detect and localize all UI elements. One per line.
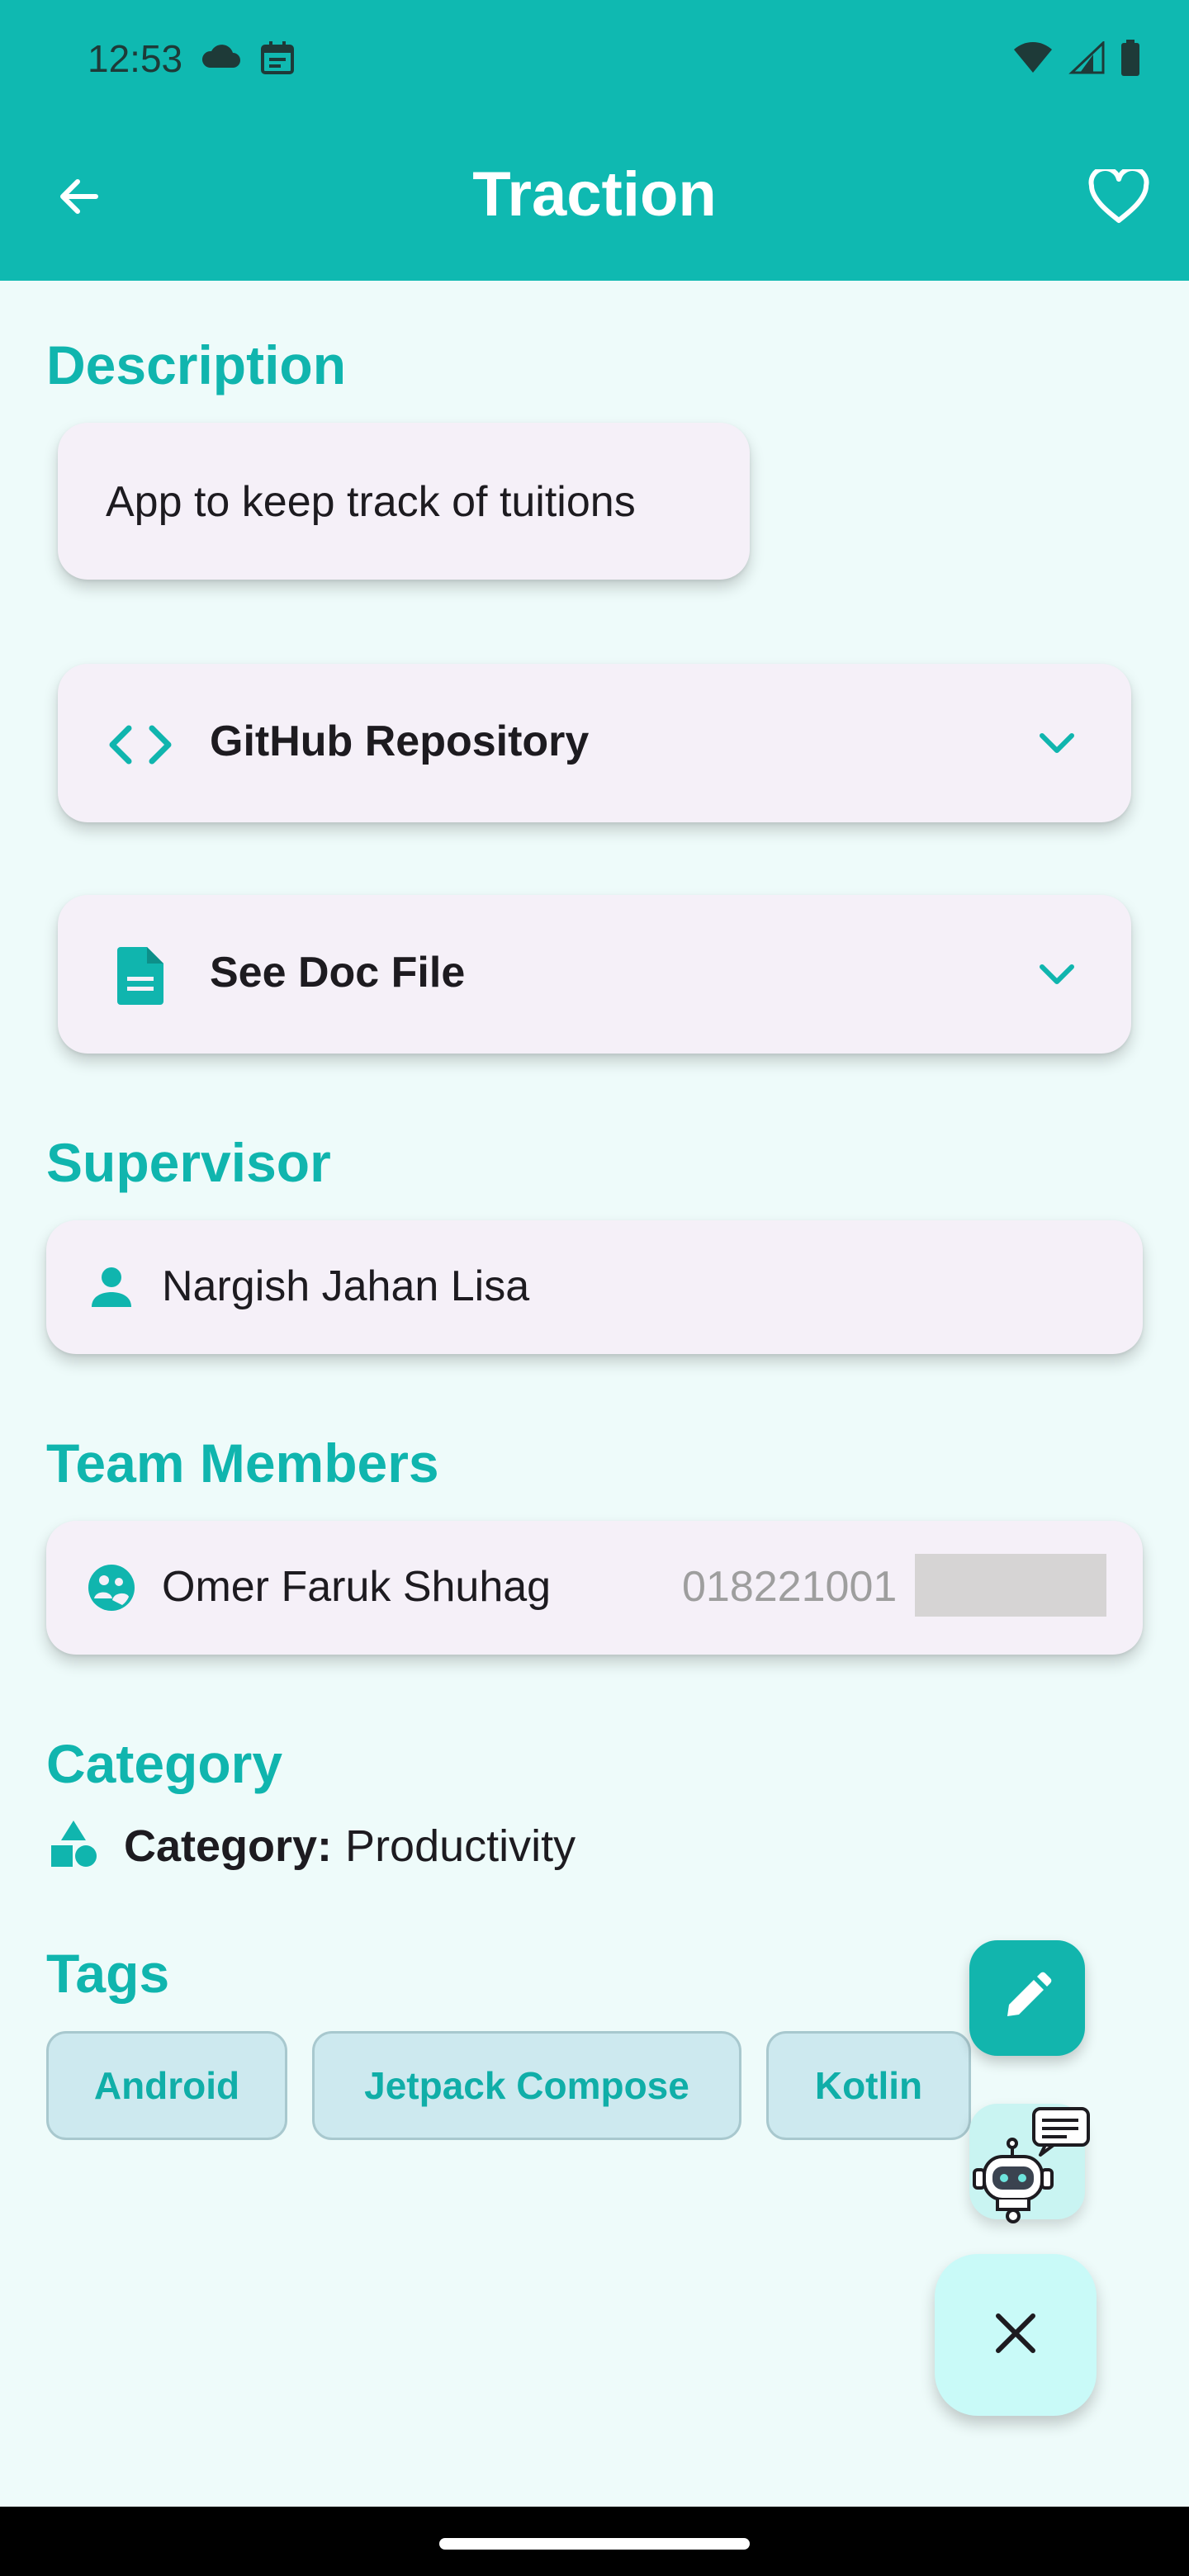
edit-button[interactable] — [969, 1940, 1085, 2056]
signal-icon — [1068, 40, 1105, 78]
battery-icon — [1120, 40, 1141, 80]
supervisor-name: Nargish Jahan Lisa — [162, 1262, 530, 1310]
wifi-icon — [1012, 41, 1054, 78]
status-bar: 12:53 — [0, 0, 1189, 116]
status-time: 12:53 — [88, 37, 183, 80]
tag-chip-jetpack-compose[interactable]: Jetpack Compose — [312, 2031, 741, 2140]
doc-file-label: See Doc File — [210, 949, 466, 997]
team-member-phone: 018221001 — [682, 1563, 898, 1611]
pencil-icon — [1001, 1970, 1054, 2027]
category-key: Category: — [124, 1821, 333, 1871]
category-heading: Category — [46, 1733, 283, 1794]
category-row: Category: Productivity — [48, 1816, 576, 1876]
category-value: Productivity — [345, 1821, 576, 1871]
tags-heading: Tags — [46, 1943, 170, 2004]
description-heading: Description — [46, 334, 347, 395]
cloud-icon — [200, 40, 241, 80]
category-icon — [48, 1819, 99, 1874]
description-text: App to keep track of tuitions — [106, 478, 636, 526]
chatbot-button[interactable] — [969, 2104, 1090, 2223]
tag-chip-kotlin[interactable]: Kotlin — [766, 2031, 971, 2140]
team-icon — [83, 1559, 140, 1617]
tag-list: Android Jetpack Compose Kotlin — [46, 2031, 971, 2140]
close-fab-button[interactable] — [935, 2254, 1097, 2416]
chevron-down-icon — [1032, 718, 1082, 768]
description-card: App to keep track of tuitions — [58, 423, 750, 580]
github-repository-expander[interactable]: GitHub Repository — [58, 664, 1131, 822]
team-member-card: Omer Faruk Shuhag 018221001 — [46, 1521, 1143, 1655]
chatbot-icon — [969, 2104, 1093, 2232]
phone-redaction — [915, 1554, 1106, 1617]
team-members-heading: Team Members — [46, 1432, 439, 1494]
code-icon — [107, 712, 173, 778]
chevron-down-icon — [1032, 949, 1082, 999]
close-icon — [993, 2311, 1038, 2360]
system-navigation-bar — [0, 2507, 1189, 2576]
favorite-button[interactable] — [1082, 165, 1156, 231]
github-repository-label: GitHub Repository — [210, 717, 590, 765]
supervisor-heading: Supervisor — [46, 1132, 331, 1193]
person-icon — [83, 1258, 140, 1316]
page-title: Traction — [472, 159, 717, 230]
document-icon — [107, 943, 173, 1009]
home-gesture-handle[interactable] — [439, 2538, 750, 2550]
team-member-name: Omer Faruk Shuhag — [162, 1563, 552, 1611]
heart-outline-icon — [1088, 165, 1149, 228]
calendar-icon — [259, 40, 296, 80]
supervisor-card: Nargish Jahan Lisa — [46, 1220, 1143, 1354]
tag-chip-android[interactable]: Android — [46, 2031, 287, 2140]
doc-file-expander[interactable]: See Doc File — [58, 895, 1131, 1054]
app-bar: Traction — [0, 116, 1189, 281]
